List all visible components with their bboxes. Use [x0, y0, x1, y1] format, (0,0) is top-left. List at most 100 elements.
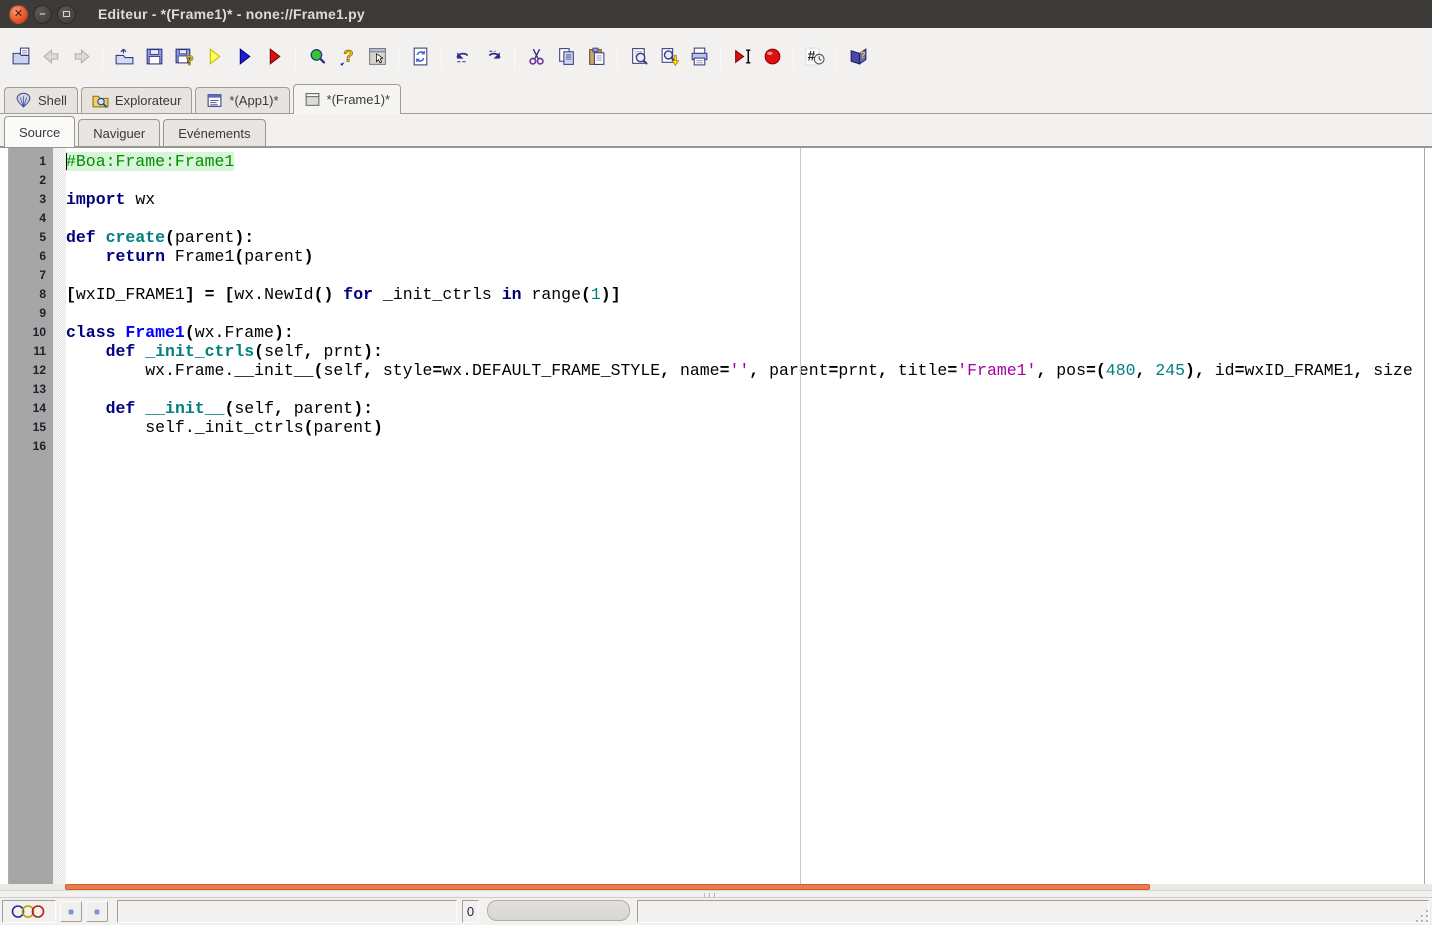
tab-source[interactable]: Source [4, 116, 76, 147]
code-token[interactable]: , [363, 361, 373, 380]
line-number[interactable]: 8 [9, 285, 53, 304]
run-to-cursor-button[interactable] [727, 42, 757, 72]
code-token[interactable] [333, 285, 343, 304]
line-number[interactable]: 1 [9, 152, 53, 171]
tab-explorateur[interactable]: Explorateur [80, 87, 193, 113]
code-token[interactable] [195, 285, 205, 304]
fold-margin[interactable] [53, 148, 66, 884]
tab-naviguer[interactable]: Naviguer [78, 119, 161, 146]
save-as-button[interactable]: ? [169, 42, 199, 72]
run-yellow-button[interactable] [199, 42, 229, 72]
code-line[interactable]: return Frame1(parent) [66, 247, 1424, 266]
inspector-button[interactable] [302, 42, 332, 72]
code-token[interactable]: 245 [1155, 361, 1185, 380]
code-token[interactable] [215, 285, 225, 304]
code-token[interactable]: Frame1 [125, 323, 184, 342]
tab-app1[interactable]: *(App1)* [195, 87, 290, 113]
code-token[interactable]: size [1363, 361, 1413, 380]
code-token[interactable]: () [314, 285, 334, 304]
code-token[interactable]: id [1205, 361, 1235, 380]
code-token[interactable]: class [66, 323, 116, 342]
code-token[interactable]: 'Frame1' [957, 361, 1036, 380]
minimize-button[interactable]: – [33, 4, 52, 24]
copy-button[interactable] [551, 42, 581, 72]
line-number[interactable]: 12 [9, 361, 53, 380]
tab-evenements[interactable]: Evénements [163, 119, 266, 146]
code-token[interactable]: parent [244, 247, 303, 266]
code-token[interactable]: pos [1046, 361, 1086, 380]
code-line[interactable]: import wx [66, 190, 1424, 209]
source-editor[interactable]: 1 2 3 4 5 6 7 8 9 10 11 12 13 14 15 16 #Boa:Frame:Frame… [0, 147, 1432, 884]
code-token[interactable]: , [749, 361, 759, 380]
code-token[interactable]: ( [165, 228, 175, 247]
line-number[interactable]: 2 [9, 171, 53, 190]
cut-button[interactable] [521, 42, 551, 72]
code-token[interactable]: wx.Frame.__init__ [66, 361, 313, 380]
code-token[interactable]: )] [601, 285, 621, 304]
code-token[interactable]: ] [185, 285, 195, 304]
code-token[interactable]: = [432, 361, 442, 380]
code-line[interactable]: def create(parent): [66, 228, 1424, 247]
code-token[interactable]: = [720, 361, 730, 380]
code-line[interactable]: #Boa:Frame:Frame1 [66, 152, 1424, 171]
code-token[interactable]: style [373, 361, 433, 380]
code-line[interactable] [66, 266, 1424, 285]
open-module-button[interactable] [6, 42, 36, 72]
code-line[interactable]: [wxID_FRAME1] = [wx.NewId() for _init_ct… [66, 285, 1424, 304]
code-token[interactable]: ): [353, 399, 373, 418]
debug-stop-button[interactable] [757, 42, 787, 72]
code-line[interactable] [66, 304, 1424, 323]
code-token[interactable]: wx.NewId [234, 285, 313, 304]
code-line[interactable]: wx.Frame.__init__(self, style=wx.DEFAULT… [66, 361, 1424, 380]
code-token[interactable]: self [264, 342, 304, 361]
code-token[interactable]: wx [125, 190, 155, 209]
profile-button[interactable]: # [800, 42, 830, 72]
code-line[interactable]: self._init_ctrls(parent) [66, 418, 1424, 437]
line-number[interactable]: 9 [9, 304, 53, 323]
code-token[interactable]: parent [175, 228, 234, 247]
code-token[interactable]: ( [314, 361, 324, 380]
close-button[interactable]: ✕ [9, 4, 28, 24]
code-token[interactable]: _init_ctrls [373, 285, 502, 304]
code-token[interactable]: in [502, 285, 522, 304]
resize-grip[interactable] [1412, 908, 1428, 922]
run-debug-button[interactable] [259, 42, 289, 72]
code-token[interactable] [1145, 361, 1155, 380]
code-token[interactable]: import [66, 190, 125, 209]
context-help-button[interactable]: ? [332, 42, 362, 72]
splitter-sash[interactable] [0, 890, 1432, 897]
line-number[interactable]: 16 [9, 437, 53, 456]
maximize-button[interactable] [57, 4, 76, 24]
code-token[interactable]: , [1036, 361, 1046, 380]
code-token[interactable]: __init__ [145, 399, 224, 418]
help-book-button[interactable]: ? [843, 42, 873, 72]
code-line[interactable]: def _init_ctrls(self, prnt): [66, 342, 1424, 361]
code-token[interactable] [135, 342, 145, 361]
code-token[interactable]: prnt [838, 361, 878, 380]
code-token[interactable]: =( [1086, 361, 1106, 380]
run-app-button[interactable] [229, 42, 259, 72]
code-token[interactable]: self._init_ctrls [66, 418, 303, 437]
print-button[interactable] [684, 42, 714, 72]
check-source-button[interactable] [405, 42, 435, 72]
code-token[interactable]: wx.Frame [195, 323, 274, 342]
code-token[interactable]: = [205, 285, 215, 304]
code-token[interactable]: parent [759, 361, 828, 380]
save-button[interactable] [139, 42, 169, 72]
open-file-button[interactable] [109, 42, 139, 72]
code-token[interactable]: , [1353, 361, 1363, 380]
code-token[interactable]: , [878, 361, 888, 380]
line-number[interactable]: 10 [9, 323, 53, 342]
code-token[interactable] [66, 342, 106, 361]
code-token[interactable]: range [522, 285, 581, 304]
forward-button[interactable] [66, 42, 96, 72]
undo-button[interactable] [448, 42, 478, 72]
redo-button[interactable] [478, 42, 508, 72]
code-line[interactable]: class Frame1(wx.Frame): [66, 323, 1424, 342]
code-token[interactable]: ) [373, 418, 383, 437]
code-token[interactable]: '' [729, 361, 749, 380]
code-token[interactable] [66, 399, 106, 418]
code-token[interactable] [96, 228, 106, 247]
code-token[interactable]: #Boa:Frame:Frame1 [66, 152, 235, 171]
code-token[interactable] [66, 247, 106, 266]
